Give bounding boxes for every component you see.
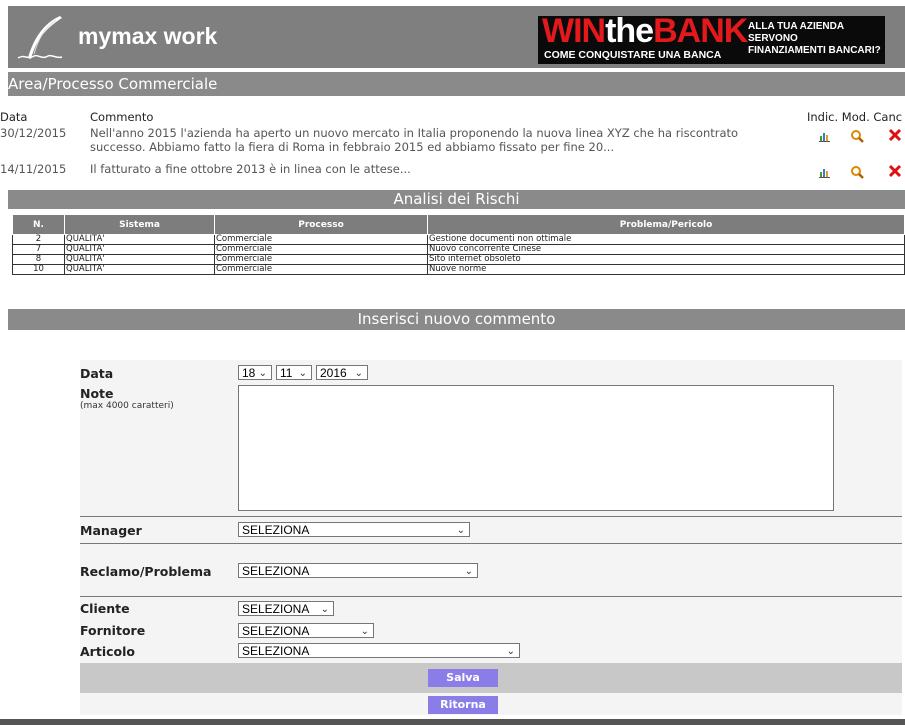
- note-label: Note: [80, 386, 114, 401]
- chevron-down-icon: ⌄: [298, 368, 307, 379]
- banner-subtitle: COME CONQUISTARE UNA BANCA: [544, 49, 722, 61]
- cell-problema: Nuovo concorrente Cinese: [427, 244, 905, 255]
- cell-problema: Nuove norme: [427, 264, 905, 275]
- rischi-table: N. Sistema Processo Problema/Pericolo 2 …: [12, 214, 905, 275]
- cell-processo: Commerciale: [214, 254, 428, 265]
- fornitore-label: Fornitore: [80, 623, 146, 638]
- divider: [80, 596, 902, 597]
- fornitore-select[interactable]: SELEZIONA ⌄: [238, 623, 374, 638]
- chevron-down-icon: ⌄: [360, 626, 369, 637]
- back-button[interactable]: Ritorna: [428, 696, 498, 714]
- col-header-data: Data: [0, 110, 28, 124]
- day-select[interactable]: 18 ⌄: [238, 365, 272, 380]
- comment-text: Nell'anno 2015 l'azienda ha aperto un nu…: [90, 126, 739, 154]
- cell-processo: Commerciale: [214, 244, 428, 255]
- table-row[interactable]: 2 QUALITA' Commerciale Gestione document…: [12, 234, 905, 245]
- app-header: mymax work WINtheBANK COME CONQUISTARE U…: [8, 6, 905, 68]
- articolo-label: Articolo: [80, 644, 135, 659]
- cell-sistema: QUALITA': [64, 234, 215, 245]
- new-comment-title: Inserisci nuovo commento: [8, 309, 905, 330]
- chevron-down-icon: ⌄: [354, 368, 363, 379]
- table-row[interactable]: 8 QUALITA' Commerciale Sito internet obs…: [12, 254, 905, 265]
- reclamo-label: Reclamo/Problema: [80, 564, 212, 579]
- magnifier-icon[interactable]: [850, 165, 864, 179]
- cliente-label: Cliente: [80, 601, 130, 616]
- comment-date: 30/12/2015: [0, 126, 67, 140]
- comment-date: 14/11/2015: [0, 162, 67, 176]
- chevron-down-icon: ⌄: [258, 368, 267, 379]
- banner-headline: WINtheBANK: [542, 12, 748, 50]
- comment-row: 30/12/2015 Nell'anno 2015 l'azienda ha a…: [0, 126, 905, 156]
- delete-x-icon[interactable]: [888, 164, 902, 178]
- app-title: mymax work: [78, 23, 218, 49]
- winthebank-banner[interactable]: WINtheBANK COME CONQUISTARE UNA BANCA AL…: [538, 12, 885, 64]
- cell-n: 10: [12, 264, 65, 275]
- cell-n: 2: [12, 234, 65, 245]
- chevron-down-icon: ⌄: [456, 525, 465, 536]
- cliente-select[interactable]: SELEZIONA ⌄: [238, 601, 334, 616]
- divider: [80, 543, 902, 544]
- note-textarea[interactable]: [238, 385, 834, 511]
- manager-label: Manager: [80, 523, 142, 538]
- cell-sistema: QUALITA': [64, 254, 215, 265]
- cell-sistema: QUALITA': [64, 244, 215, 255]
- data-label: Data: [80, 366, 114, 381]
- col-header-commento: Commento: [90, 110, 154, 124]
- note-hint: (max 4000 caratteri): [80, 401, 174, 411]
- table-header-row: N. Sistema Processo Problema/Pericolo: [12, 214, 905, 235]
- month-select[interactable]: 11 ⌄: [276, 365, 312, 380]
- cell-processo: Commerciale: [214, 234, 428, 245]
- chevron-down-icon: ⌄: [320, 604, 329, 615]
- reclamo-select[interactable]: SELEZIONA ⌄: [238, 563, 478, 578]
- col-n: N.: [12, 214, 65, 235]
- button-band: Salva: [80, 663, 902, 693]
- chevron-down-icon: ⌄: [506, 646, 515, 657]
- area-title: Area/Processo Commerciale: [8, 72, 905, 96]
- col-problema: Problema/Pericolo: [427, 214, 905, 235]
- cell-processo: Commerciale: [214, 264, 428, 275]
- cell-sistema: QUALITA': [64, 264, 215, 275]
- manager-select[interactable]: SELEZIONA ⌄: [238, 522, 470, 537]
- col-sistema: Sistema: [64, 214, 215, 235]
- cell-n: 7: [12, 244, 65, 255]
- articolo-select[interactable]: SELEZIONA ⌄: [238, 643, 520, 658]
- bar-chart-icon[interactable]: [818, 165, 832, 179]
- chevron-down-icon: ⌄: [464, 566, 473, 577]
- banner-tagline: ALLA TUA AZIENDA SERVONO FINANZIAMENTI B…: [748, 21, 881, 56]
- comment-row: 14/11/2015 Il fatturato a fine ottobre 2…: [0, 162, 905, 179]
- magnifier-icon[interactable]: [850, 129, 864, 143]
- cell-n: 8: [12, 254, 65, 265]
- save-button[interactable]: Salva: [428, 669, 498, 687]
- bar-chart-icon[interactable]: [818, 129, 832, 143]
- cell-problema: Gestione documenti non ottimale: [427, 234, 905, 245]
- cell-problema: Sito internet obsoleto: [427, 254, 905, 265]
- logo-quill-icon: [16, 14, 68, 64]
- table-row[interactable]: 10 QUALITA' Commerciale Nuove norme: [12, 264, 905, 275]
- footer-bar: [0, 719, 905, 725]
- divider: [80, 516, 902, 517]
- year-select[interactable]: 2016 ⌄: [316, 365, 368, 380]
- col-header-actions: Indic. Mod. Canc: [807, 110, 903, 124]
- comment-text: Il fatturato a fine ottobre 2013 è in li…: [90, 162, 411, 176]
- delete-x-icon[interactable]: [888, 128, 902, 142]
- rischi-title: Analisi dei Rischi: [8, 190, 905, 209]
- col-processo: Processo: [214, 214, 428, 235]
- table-row[interactable]: 7 QUALITA' Commerciale Nuovo concorrente…: [12, 244, 905, 255]
- new-comment-form: Data 18 ⌄ 11 ⌄ 2016 ⌄ Note (max 4000 caratt…: [80, 360, 902, 715]
